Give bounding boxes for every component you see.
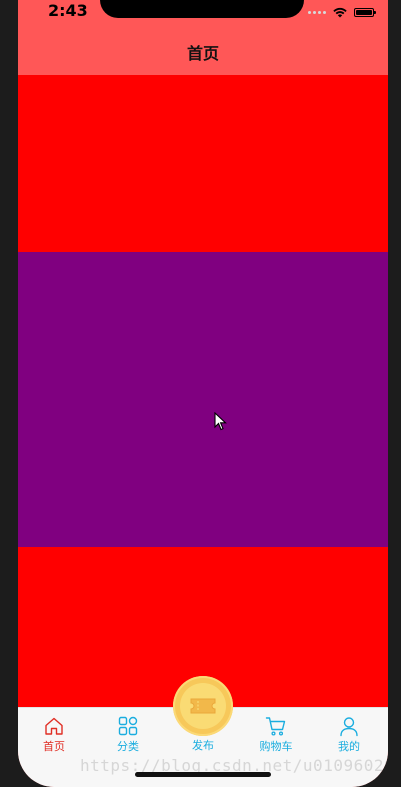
tab-category-label: 分类 (117, 740, 139, 753)
tab-cart-label: 购物车 (259, 740, 293, 753)
tab-mine[interactable]: 我的 (319, 715, 379, 761)
tab-home-label: 首页 (43, 740, 65, 753)
notch (100, 0, 304, 18)
mouse-cursor-icon (214, 412, 227, 431)
home-icon (45, 717, 63, 735)
purple-block (18, 252, 388, 547)
status-indicators (308, 5, 376, 19)
phone-screen: 2:43 首页 首页 分类 购物车 我的 发布 https://blog.csd… (18, 0, 388, 787)
tab-category[interactable]: 分类 (98, 715, 158, 761)
status-time: 2:43 (48, 1, 88, 20)
red-block-top (18, 75, 388, 252)
publish-button[interactable] (173, 676, 233, 736)
battery-icon (354, 7, 376, 17)
signal-icon (308, 10, 326, 14)
navigation-bar: 首页 (18, 28, 388, 75)
device-frame: 2:43 首页 首页 分类 购物车 我的 发布 https://blog.csd… (0, 0, 401, 787)
ticket-icon (190, 698, 216, 714)
tab-mine-label: 我的 (338, 740, 360, 753)
user-icon (340, 717, 358, 737)
publish-coin-inner (180, 683, 226, 729)
wifi-icon (333, 7, 347, 18)
status-bar: 2:43 (18, 0, 388, 28)
home-indicator[interactable] (135, 772, 271, 777)
tab-publish[interactable]: 发布 (173, 739, 233, 752)
grid-icon (118, 716, 138, 736)
tab-home[interactable]: 首页 (24, 715, 84, 761)
cart-icon (265, 717, 286, 736)
tab-publish-label: 发布 (192, 739, 214, 752)
page-title: 首页 (186, 43, 219, 63)
tab-cart[interactable]: 购物车 (246, 715, 306, 761)
